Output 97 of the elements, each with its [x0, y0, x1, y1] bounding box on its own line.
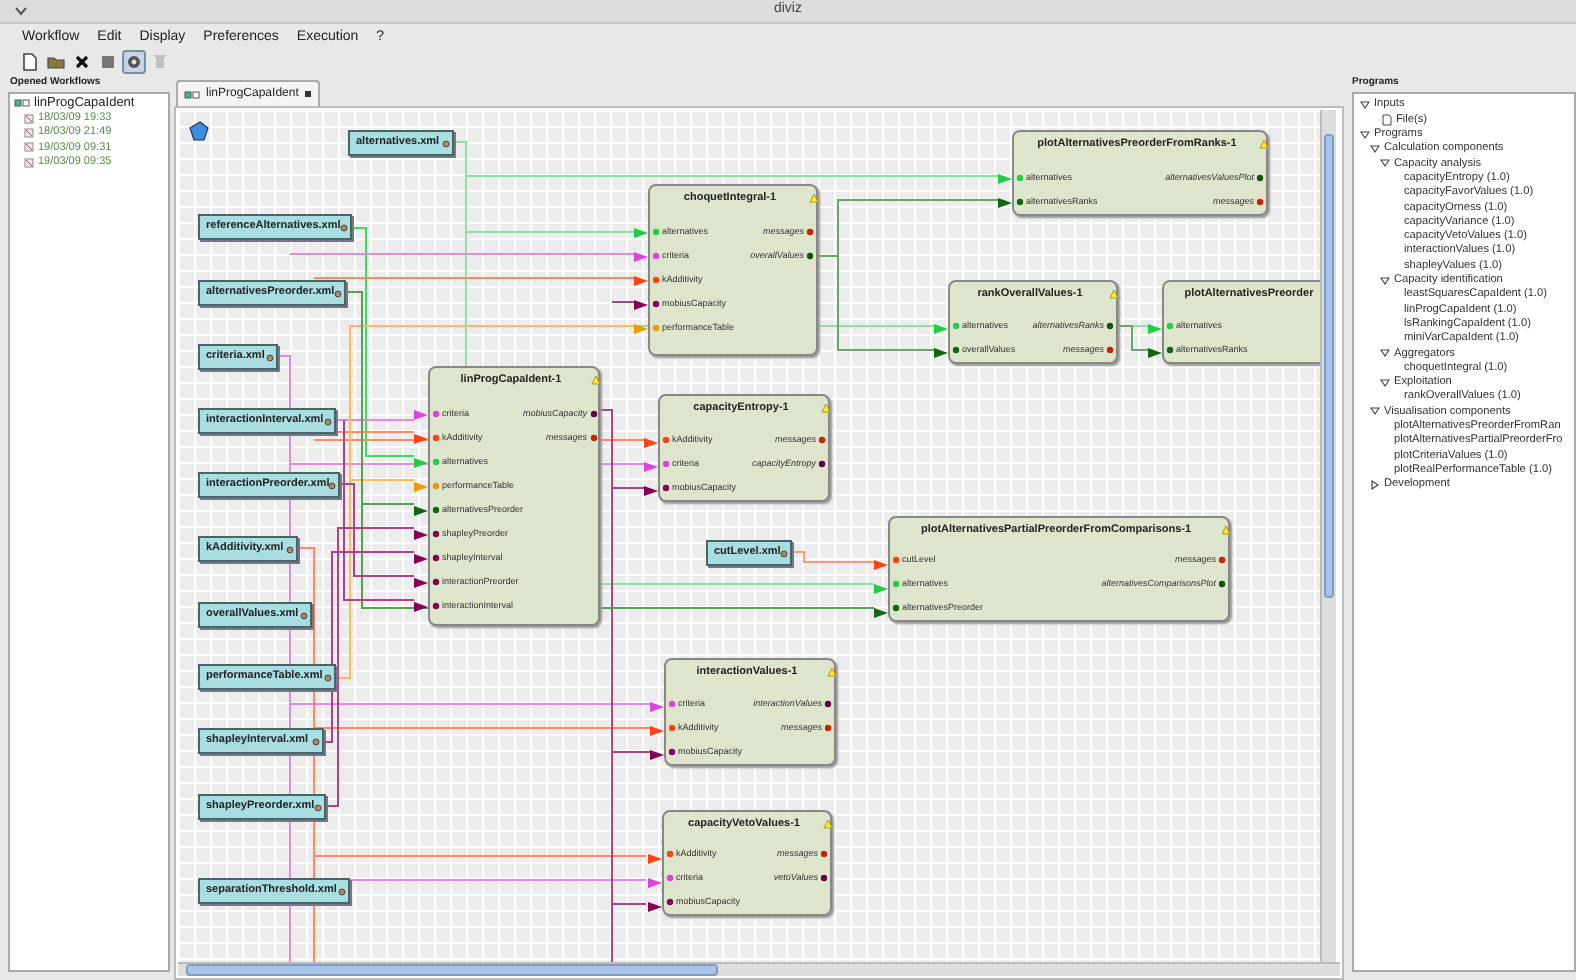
port-dot-icon[interactable] — [666, 850, 674, 858]
port-dot-icon[interactable] — [1256, 198, 1264, 206]
port-dot-icon[interactable] — [662, 460, 670, 468]
port-dot-icon[interactable] — [666, 898, 674, 906]
port-dot-icon[interactable] — [1218, 556, 1226, 564]
port-dot-icon[interactable] — [652, 276, 660, 284]
port-dot-icon[interactable] — [432, 578, 440, 586]
port-arrow-icon[interactable] — [648, 901, 662, 911]
port-arrow-icon[interactable] — [414, 601, 428, 611]
port-dot-icon[interactable] — [892, 580, 900, 588]
port-dot-icon[interactable] — [818, 436, 826, 444]
port-dot-icon[interactable] — [892, 556, 900, 564]
port-dot-icon[interactable] — [652, 228, 660, 236]
port-arrow-icon[interactable] — [998, 197, 1012, 207]
port-dot-icon[interactable] — [806, 252, 814, 260]
port-dot-icon[interactable] — [1016, 198, 1024, 206]
port-dot-icon[interactable] — [286, 546, 294, 554]
collapse-icon[interactable] — [1370, 144, 1380, 155]
port-dot-icon[interactable] — [952, 322, 960, 330]
port-dot-icon[interactable] — [668, 748, 676, 756]
new-file-icon[interactable] — [20, 51, 40, 71]
port-dot-icon[interactable] — [432, 458, 440, 466]
port-dot-icon[interactable] — [824, 724, 832, 732]
port-dot-icon[interactable] — [432, 506, 440, 514]
port-dot-icon[interactable] — [1166, 346, 1174, 354]
close-icon[interactable] — [304, 90, 313, 98]
port-dot-icon[interactable] — [589, 434, 598, 442]
port-dot-icon[interactable] — [662, 436, 670, 444]
port-dot-icon[interactable] — [820, 850, 828, 858]
port-dot-icon[interactable] — [824, 700, 832, 708]
port-dot-icon[interactable] — [1106, 346, 1114, 354]
port-arrow-icon[interactable] — [414, 577, 428, 587]
port-dot-icon[interactable] — [662, 484, 670, 492]
port-dot-icon[interactable] — [806, 228, 814, 236]
port-dot-icon[interactable] — [1106, 322, 1114, 330]
port-dot-icon[interactable] — [892, 604, 900, 612]
vertical-scrollbar[interactable] — [1320, 110, 1336, 962]
port-dot-icon[interactable] — [432, 554, 440, 562]
gear-icon[interactable] — [124, 51, 144, 71]
scrollbar-thumb[interactable] — [1324, 134, 1334, 598]
port-dot-icon[interactable] — [432, 482, 440, 490]
port-arrow-icon[interactable] — [874, 607, 888, 617]
close-icon[interactable] — [72, 51, 92, 71]
port-dot-icon[interactable] — [324, 418, 332, 426]
collapse-icon[interactable] — [1370, 406, 1380, 417]
port-dot-icon[interactable] — [668, 724, 676, 732]
collapse-icon[interactable] — [1380, 348, 1390, 359]
collapse-icon[interactable] — [1360, 129, 1370, 140]
port-dot-icon[interactable] — [652, 324, 660, 332]
port-dot-icon[interactable] — [266, 354, 274, 362]
collapse-icon[interactable] — [1380, 158, 1390, 169]
port-arrow-icon[interactable] — [644, 485, 658, 495]
port-dot-icon[interactable] — [668, 700, 676, 708]
port-dot-icon[interactable] — [300, 612, 308, 620]
file-icon — [1382, 113, 1392, 126]
port-dot-icon[interactable] — [324, 674, 332, 682]
port-dot-icon[interactable] — [312, 738, 320, 746]
port-dot-icon[interactable] — [1016, 174, 1024, 182]
port-dot-icon[interactable] — [328, 482, 336, 490]
port-dot-icon[interactable] — [314, 804, 322, 812]
port-dot-icon[interactable] — [432, 530, 440, 538]
port-arrow-icon[interactable] — [414, 553, 428, 563]
port-arrow-icon[interactable] — [414, 505, 428, 515]
port-arrow-icon[interactable] — [650, 749, 664, 759]
port-arrow-icon[interactable] — [1148, 347, 1162, 357]
port-dot-icon[interactable] — [442, 140, 450, 148]
port-dot-icon[interactable] — [652, 300, 660, 308]
port-dot-icon[interactable] — [334, 290, 342, 298]
horizontal-scrollbar[interactable] — [178, 962, 1340, 976]
expand-icon[interactable] — [1370, 479, 1380, 490]
workflow-icon — [14, 98, 30, 109]
port-arrow-icon[interactable] — [934, 347, 948, 357]
port-arrow-icon[interactable] — [634, 299, 648, 309]
port-dot-icon[interactable] — [952, 346, 960, 354]
port-dot-icon[interactable] — [338, 888, 346, 896]
port-dot-icon[interactable] — [780, 550, 788, 558]
collapse-icon[interactable] — [1360, 100, 1370, 111]
port-dot-icon[interactable] — [432, 602, 440, 610]
folder-icon[interactable] — [46, 51, 66, 71]
port-dot-icon[interactable] — [432, 410, 440, 418]
port-arrow-icon[interactable] — [414, 529, 428, 539]
workflow-icon — [184, 89, 200, 99]
port-dot-icon[interactable] — [1166, 322, 1174, 330]
port-dot-icon[interactable] — [589, 410, 598, 418]
port-dot-icon[interactable] — [1256, 174, 1264, 182]
port-dot-icon[interactable] — [340, 224, 348, 232]
port-dot-icon[interactable] — [1218, 580, 1226, 588]
port-dot-icon[interactable] — [652, 252, 660, 260]
collapse-icon[interactable] — [1380, 275, 1390, 286]
scrollbar-thumb[interactable] — [186, 964, 718, 976]
menu-caret-icon[interactable] — [14, 6, 28, 16]
port-dot-icon[interactable] — [820, 874, 828, 882]
port-dot-icon[interactable] — [818, 460, 826, 468]
port-dot-icon[interactable] — [432, 434, 440, 442]
stop-icon[interactable] — [98, 51, 118, 71]
collapse-icon[interactable] — [1380, 377, 1390, 388]
port-dot-icon[interactable] — [666, 874, 674, 882]
